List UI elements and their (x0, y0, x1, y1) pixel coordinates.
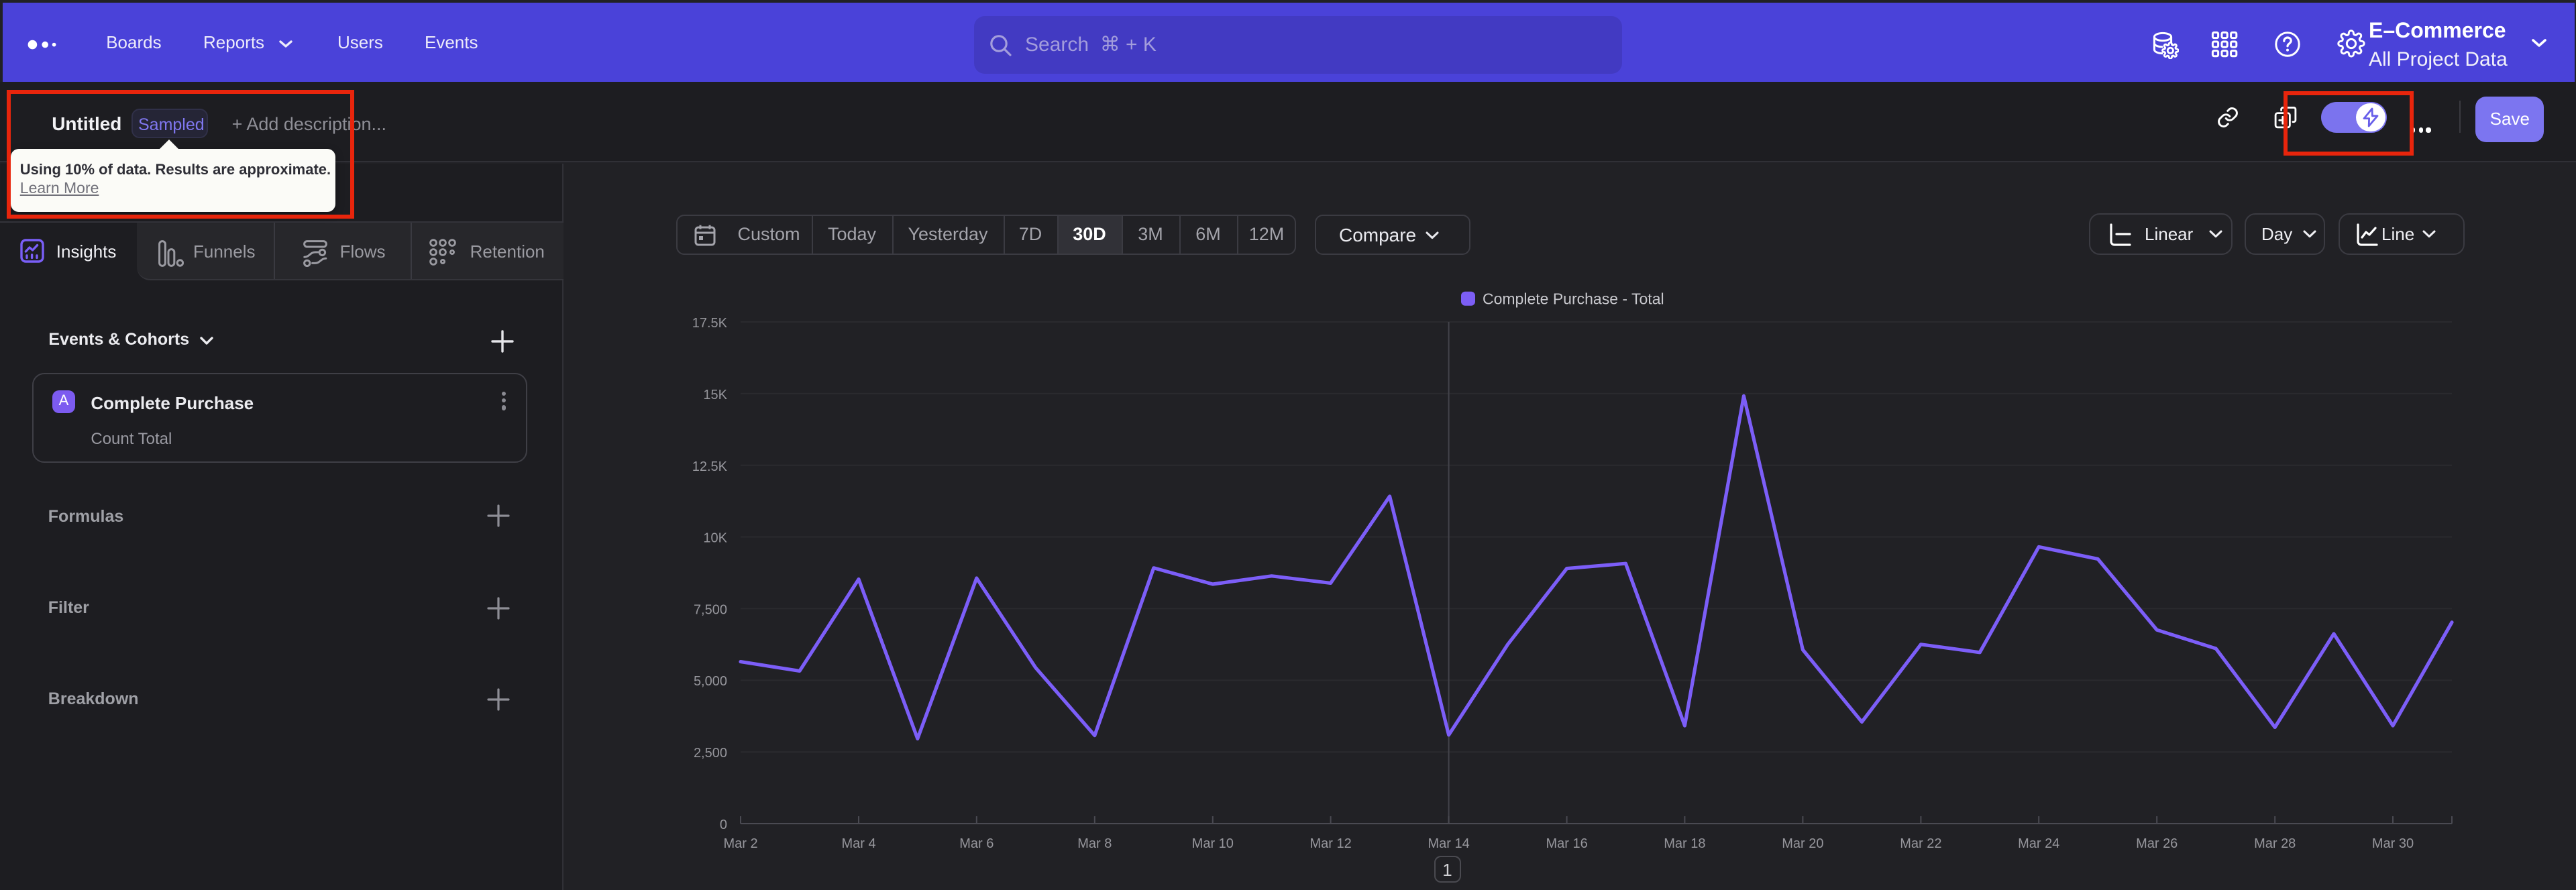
svg-text:Mar 2: Mar 2 (723, 836, 757, 851)
svg-text:Mar 26: Mar 26 (2136, 836, 2178, 851)
svg-text:Mar 22: Mar 22 (1900, 836, 1941, 851)
svg-text:17.5K: 17.5K (692, 316, 728, 331)
svg-text:0: 0 (720, 818, 727, 832)
svg-text:15K: 15K (703, 388, 727, 402)
svg-text:12.5K: 12.5K (692, 459, 728, 474)
svg-text:10K: 10K (703, 531, 727, 546)
svg-text:Mar 12: Mar 12 (1309, 836, 1351, 851)
svg-text:Mar 14: Mar 14 (1428, 836, 1469, 851)
svg-text:Mar 8: Mar 8 (1077, 836, 1112, 851)
svg-text:2,500: 2,500 (694, 746, 727, 761)
svg-text:Mar 18: Mar 18 (1664, 836, 1705, 851)
svg-text:Mar 30: Mar 30 (2372, 836, 2414, 851)
svg-text:Mar 28: Mar 28 (2254, 836, 2296, 851)
svg-text:5,000: 5,000 (694, 674, 727, 689)
svg-text:Complete Purchase - Total: Complete Purchase - Total (1483, 290, 1664, 308)
svg-text:Mar 6: Mar 6 (959, 836, 994, 851)
svg-text:Mar 16: Mar 16 (1546, 836, 1587, 851)
svg-text:Mar 24: Mar 24 (2018, 836, 2059, 851)
svg-text:Mar 10: Mar 10 (1192, 836, 1234, 851)
svg-text:7,500: 7,500 (694, 602, 727, 617)
svg-text:Mar 4: Mar 4 (841, 836, 875, 851)
svg-text:Mar 20: Mar 20 (1782, 836, 1823, 851)
